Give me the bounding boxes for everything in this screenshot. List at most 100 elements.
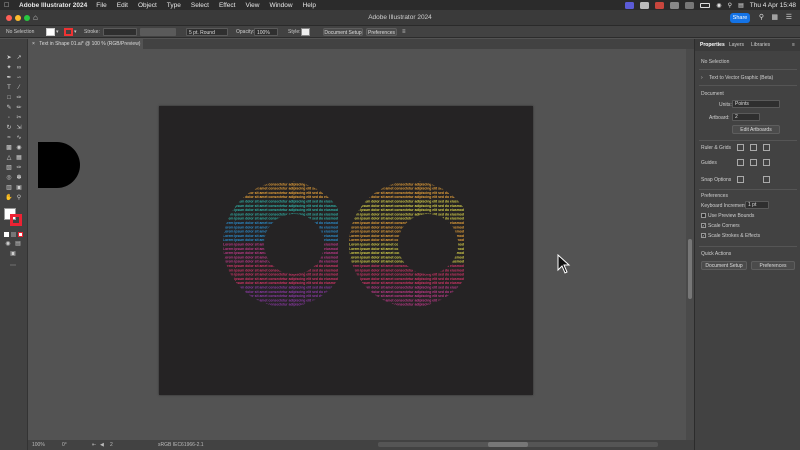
chevron-down-icon[interactable]: ▾ — [74, 28, 77, 36]
shape-builder-icon[interactable]: ◉ — [15, 145, 23, 152]
brush-definition[interactable]: 5 pt. Round — [186, 28, 228, 36]
scale-strokes-checkbox[interactable]: ✓ Scale Strokes & Effects — [701, 233, 760, 239]
clock[interactable]: Thu 4 Apr 15:48 — [750, 2, 796, 9]
panel-menu-icon[interactable]: ≡ — [792, 42, 795, 48]
opacity-field[interactable]: 100% — [254, 28, 278, 36]
share-button[interactable]: Share — [730, 13, 750, 23]
paintbrush-icon[interactable]: ✑ — [15, 95, 23, 102]
artboard-select[interactable]: 2 — [732, 113, 760, 121]
type-tool-icon[interactable]: T — [5, 85, 13, 92]
status-app-icon[interactable] — [655, 1, 665, 9]
none-mode-icon[interactable] — [18, 232, 23, 237]
free-transform-icon[interactable]: ▩ — [5, 145, 13, 152]
vertical-scrollbar[interactable] — [686, 49, 694, 440]
text-in-shape-artwork[interactable]: Lorem ipsum dolor sit amet consectetur a… — [159, 106, 533, 395]
mesh-tool-icon[interactable]: ▦ — [15, 155, 23, 162]
checkbox-unchecked[interactable] — [701, 213, 706, 219]
first-artboard-icon[interactable]: ⇤ — [92, 442, 96, 448]
workspace-icon[interactable]: ☰ — [786, 13, 792, 21]
scissors-icon[interactable]: ✂ — [15, 115, 23, 122]
stroke-label[interactable]: Stroke: — [84, 28, 100, 36]
screen-mode-icon[interactable]: ▣ — [9, 251, 17, 258]
scale-corners-checkbox[interactable]: ✓ Scale Corners — [701, 223, 740, 229]
smart-guides-icon[interactable] — [763, 159, 770, 166]
status-app-icon[interactable] — [640, 1, 650, 9]
line-tool-icon[interactable]: ⁄ — [15, 85, 23, 92]
preferences-button[interactable]: Preferences — [366, 28, 397, 36]
search-icon[interactable]: ⚲ — [728, 2, 732, 9]
color-mode-icon[interactable] — [4, 232, 9, 237]
perspective-grid-icon[interactable]: △ — [5, 155, 13, 162]
opacity-label[interactable]: Opacity: — [236, 28, 254, 36]
snap-to-pixel-icon[interactable] — [763, 176, 770, 183]
scroll-thumb[interactable] — [488, 442, 528, 447]
arrange-icon[interactable]: ▦ — [771, 13, 778, 21]
menu-file[interactable]: File — [96, 2, 106, 9]
document-setup-button[interactable]: Document Setup — [323, 28, 363, 36]
close-icon[interactable]: × — [32, 41, 35, 47]
draw-mode-icon[interactable]: ◉ — [4, 241, 12, 248]
selection-tool-icon[interactable]: ➤ — [5, 55, 13, 62]
document-setup-quick-button[interactable]: Document Setup — [701, 261, 747, 270]
gradient-tool-icon[interactable]: ▧ — [5, 165, 13, 172]
edit-artboards-button[interactable]: Edit Artboards — [732, 125, 780, 134]
stroke-weight-field[interactable] — [103, 28, 137, 36]
tab-libraries[interactable]: Libraries — [751, 42, 770, 48]
stroke-swatch[interactable] — [64, 28, 73, 36]
status-app-icon[interactable] — [625, 1, 635, 9]
lock-guides-icon[interactable] — [750, 159, 757, 166]
more-tools-icon[interactable]: ⋯ — [9, 263, 17, 270]
wifi-icon[interactable]: ◉ — [716, 2, 721, 9]
chevron-right-icon[interactable]: › — [701, 75, 703, 81]
arrange-documents-icon[interactable]: ≡ — [402, 28, 406, 36]
checkmark-icon[interactable]: ✓ — [701, 233, 706, 239]
graph-tool-icon[interactable]: ▥ — [5, 185, 13, 192]
stroke-color-swatch[interactable] — [10, 214, 22, 226]
hand-tool-icon[interactable]: ✋ — [5, 195, 13, 202]
rotate-tool-icon[interactable]: ↻ — [5, 125, 13, 132]
menu-help[interactable]: Help — [303, 2, 316, 9]
width-tool-icon[interactable]: ≈ — [5, 135, 13, 142]
previous-artboard-icon[interactable]: ◀ — [100, 442, 104, 448]
direct-selection-tool-icon[interactable]: ↗ — [15, 55, 23, 62]
menu-effect[interactable]: Effect — [219, 2, 236, 9]
pen-tool-icon[interactable]: ✒ — [5, 75, 13, 82]
menu-select[interactable]: Select — [191, 2, 209, 9]
snap-to-point-icon[interactable] — [737, 176, 744, 183]
status-app-icon[interactable] — [670, 1, 680, 9]
scroll-thumb[interactable] — [688, 239, 692, 299]
style-label[interactable]: Style: — [288, 28, 301, 36]
chevron-down-icon[interactable]: ▾ — [56, 28, 59, 36]
artboard-tool-icon[interactable]: ▣ — [15, 185, 23, 192]
battery-icon[interactable] — [700, 2, 711, 8]
menu-edit[interactable]: Edit — [117, 2, 128, 9]
artboard[interactable]: Lorem ipsum dolor sit amet consectetur a… — [159, 106, 533, 395]
symbol-sprayer-icon[interactable]: ✽ — [15, 175, 23, 182]
variable-width-profile[interactable] — [140, 28, 176, 36]
tab-properties[interactable]: Properties — [700, 42, 725, 48]
magic-wand-icon[interactable]: ✦ — [5, 65, 13, 72]
grid-icon[interactable] — [750, 144, 757, 151]
fill-swatch[interactable] — [46, 28, 55, 36]
keyboard-increment-field[interactable]: 1 pt — [745, 201, 769, 209]
menu-view[interactable]: View — [245, 2, 259, 9]
rectangle-tool-icon[interactable]: □ — [5, 95, 13, 102]
lasso-icon[interactable]: ∞ — [15, 65, 23, 72]
curvature-tool-icon[interactable]: ∽ — [15, 75, 23, 82]
rotation-value[interactable]: 0° — [62, 442, 67, 448]
ruler-icon[interactable] — [737, 144, 744, 151]
transparency-grid-icon[interactable] — [763, 144, 770, 151]
menu-app-name[interactable]: Adobe Illustrator 2024 — [19, 2, 87, 9]
tab-layers[interactable]: Layers — [729, 42, 744, 48]
checkmark-icon[interactable]: ✓ — [701, 223, 706, 229]
warp-tool-icon[interactable]: ∿ — [15, 135, 23, 142]
menu-object[interactable]: Object — [138, 2, 157, 9]
control-center-icon[interactable]: ▤ — [738, 2, 744, 9]
pencil-icon[interactable]: ✏ — [15, 105, 23, 112]
text-to-vector-section[interactable]: Text to Vector Graphic (Beta) — [709, 75, 773, 81]
eyedropper-icon[interactable]: ✑ — [15, 165, 23, 172]
eraser-icon[interactable]: ◦ — [5, 115, 13, 122]
status-app-icon[interactable] — [685, 1, 695, 9]
use-preview-bounds-checkbox[interactable]: Use Preview Bounds — [701, 213, 754, 219]
graphic-style-swatch[interactable] — [301, 28, 310, 36]
